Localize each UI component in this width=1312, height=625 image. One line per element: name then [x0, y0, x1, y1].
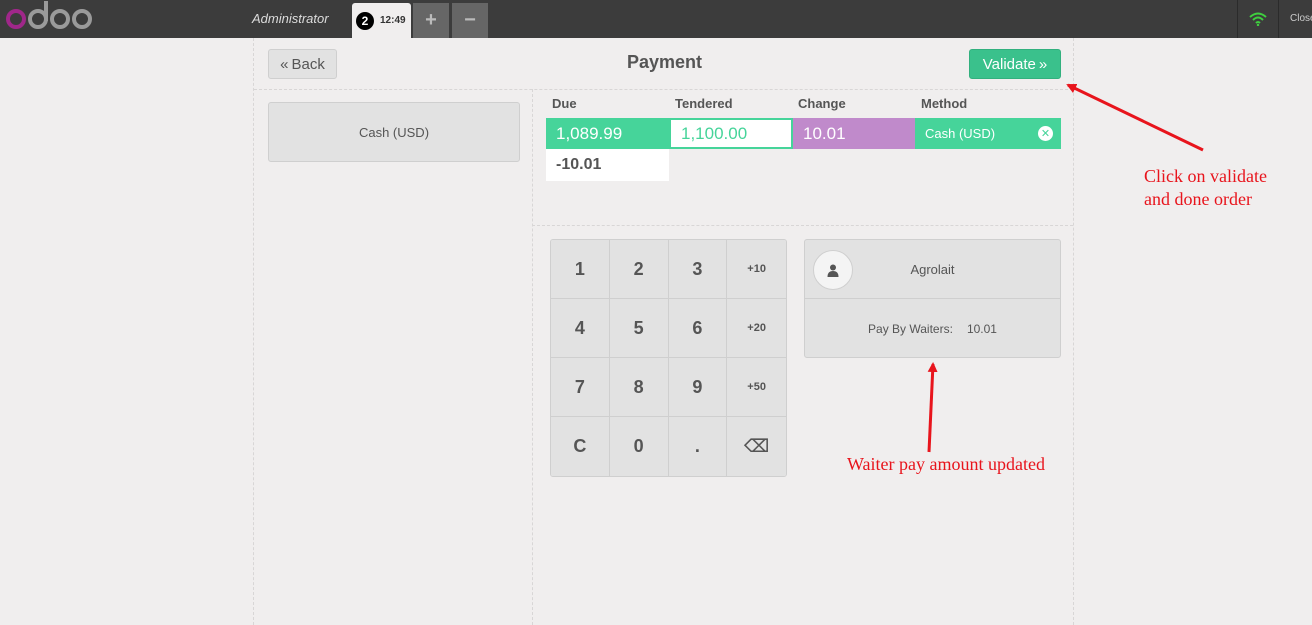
- numpad: 1 2 3 +10 4 5 6 +20 7 8 9 +50 C 0 . ⌫: [550, 239, 787, 477]
- pay-by-waiters-label: Pay By Waiters:: [868, 322, 953, 336]
- back-button[interactable]: « Back: [268, 49, 337, 79]
- order-tab[interactable]: 2 12:49: [352, 3, 411, 38]
- numpad-key-3[interactable]: 3: [668, 240, 728, 299]
- back-label: Back: [291, 55, 325, 73]
- odoo-logo: [6, 1, 94, 35]
- numpad-key-7[interactable]: 7: [551, 358, 610, 417]
- add-order-button[interactable]: +: [413, 3, 449, 38]
- close-button[interactable]: Close: [1290, 13, 1312, 24]
- column-header-due: Due: [552, 96, 577, 111]
- paymentline-method[interactable]: Cash (USD) ✕: [915, 118, 1061, 149]
- numpad-key-2[interactable]: 2: [609, 240, 669, 299]
- delete-paymentline-icon[interactable]: ✕: [1038, 126, 1053, 141]
- column-header-method: Method: [921, 96, 968, 111]
- divider: [532, 89, 533, 625]
- divider: [254, 89, 1073, 90]
- paymentline-tendered[interactable]: 1,100.00: [669, 118, 793, 149]
- numpad-key-backspace-icon[interactable]: ⌫: [727, 417, 786, 476]
- user-icon: [813, 250, 853, 290]
- payment-method-cash-button[interactable]: Cash (USD): [268, 102, 520, 162]
- validate-label: Validate: [982, 55, 1036, 73]
- page-title: Payment: [626, 52, 703, 72]
- customer-panel: Agrolait Pay By Waiters: 10.01: [804, 239, 1061, 358]
- username[interactable]: Administrator: [252, 11, 329, 26]
- pay-by-waiters-amount: 10.01: [966, 322, 997, 336]
- customer-name: Agrolait: [910, 261, 955, 277]
- numpad-key-9[interactable]: 9: [668, 358, 728, 417]
- payment-screen: « Back Payment Validate » Cash (USD) Due…: [253, 38, 1074, 625]
- pay-by-waiters[interactable]: Pay By Waiters: 10.01: [805, 300, 1060, 358]
- numpad-key-5[interactable]: 5: [609, 299, 669, 358]
- numpad-key-4[interactable]: 4: [551, 299, 610, 358]
- numpad-key-plus-10[interactable]: +10: [727, 240, 786, 299]
- validate-button[interactable]: Validate »: [969, 49, 1061, 79]
- paymentline-due: 1,089.99: [546, 118, 669, 149]
- remove-order-button[interactable]: −: [452, 3, 488, 38]
- numpad-key-1[interactable]: 1: [551, 240, 610, 299]
- numpad-key-dot[interactable]: .: [668, 417, 728, 476]
- column-header-change: Change: [798, 96, 846, 111]
- annotation-validate: Click on validate and done order: [1144, 166, 1267, 209]
- top-bar: Administrator 2 12:49 + − Close: [0, 0, 1312, 38]
- annotation-waiter-pay: Waiter pay amount updated: [847, 454, 1045, 474]
- numpad-key-plus-20[interactable]: +20: [727, 299, 786, 358]
- order-sequence: 2: [356, 11, 374, 30]
- customer-button[interactable]: Agrolait: [805, 240, 1060, 299]
- column-header-tendered: Tendered: [675, 96, 733, 111]
- divider: [532, 225, 1073, 226]
- arrow-to-validate: [1066, 83, 1204, 152]
- numpad-key-0[interactable]: 0: [609, 417, 669, 476]
- numpad-key-6[interactable]: 6: [668, 299, 728, 358]
- wifi-icon[interactable]: [1237, 0, 1279, 38]
- double-chevron-right-icon: »: [1038, 55, 1048, 73]
- numpad-key-clear[interactable]: C: [551, 417, 610, 476]
- numpad-key-8[interactable]: 8: [609, 358, 669, 417]
- order-time: 12:49: [380, 15, 406, 26]
- remaining-amount: -10.01: [546, 149, 669, 181]
- numpad-key-plus-50[interactable]: +50: [727, 358, 786, 417]
- double-chevron-left-icon: «: [280, 55, 289, 73]
- paymentline-method-label: Cash (USD): [925, 126, 996, 141]
- paymentline-change: 10.01: [793, 118, 915, 149]
